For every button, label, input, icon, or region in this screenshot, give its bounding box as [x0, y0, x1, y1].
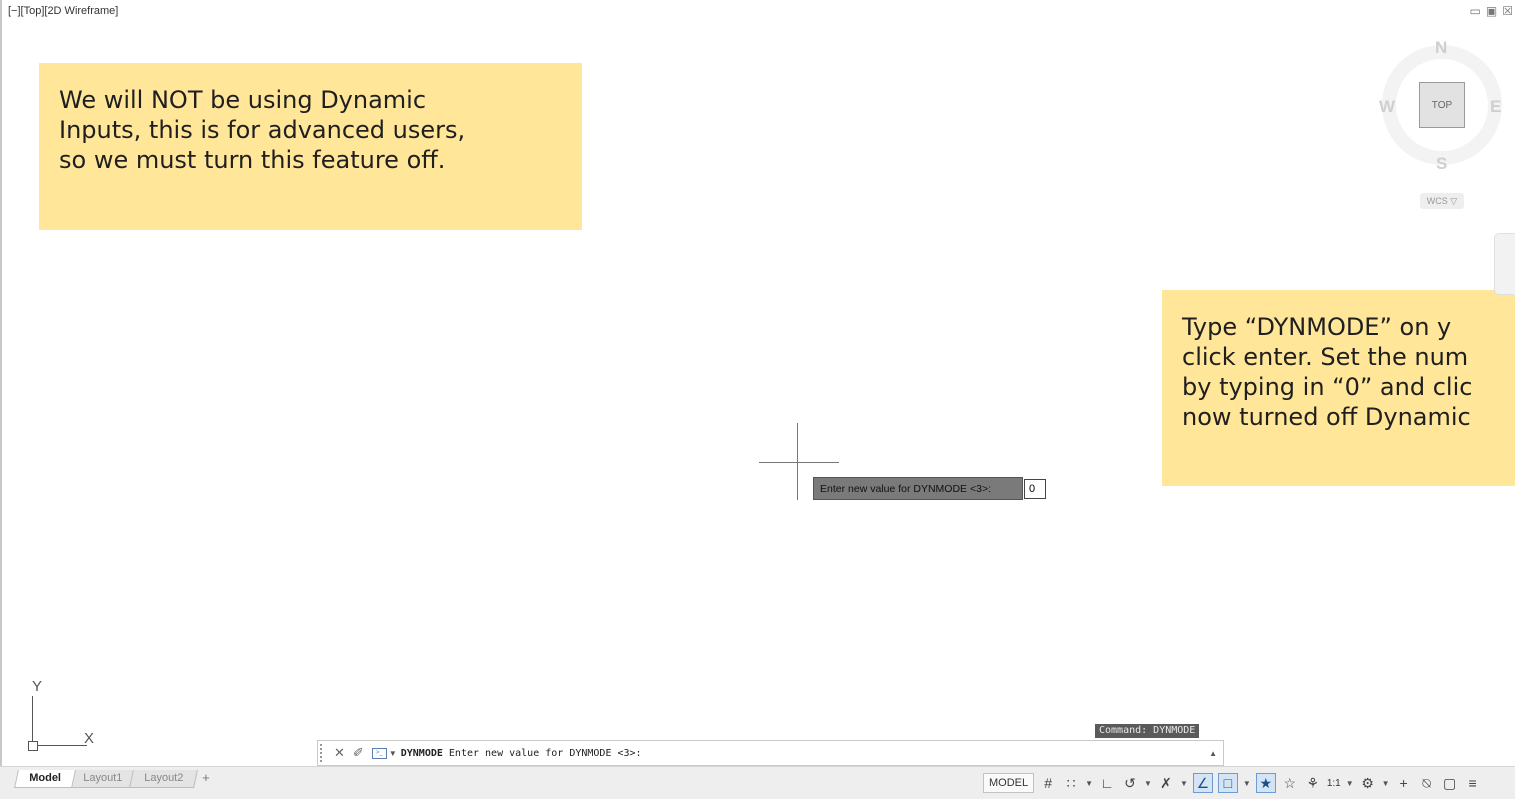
command-prompt: Enter new value for DYNMODE <3>:: [442, 747, 642, 759]
annotation-monitor-icon[interactable]: +: [1395, 774, 1413, 792]
crosshair-horizontal: [759, 462, 839, 463]
wcs-menu[interactable]: WCS ▽: [1420, 193, 1464, 209]
viewport-controls: ▭ ▣ ☒: [1470, 4, 1513, 18]
tab-label: Layout2: [144, 772, 184, 784]
note-line: now turned off Dynamic: [1182, 403, 1471, 431]
compass-east[interactable]: E: [1490, 97, 1501, 117]
tab-label: Layout1: [82, 772, 123, 784]
command-history: Command: DYNMODE: [1095, 724, 1200, 738]
note-line: by typing in “0” and clic: [1182, 373, 1473, 401]
navigation-bar[interactable]: [1494, 233, 1515, 295]
recent-commands-icon[interactable]: >_: [371, 747, 387, 759]
viewport-label[interactable]: [−][Top][2D Wireframe]: [8, 5, 118, 17]
instruction-note-dynamic-input: We will NOT be using Dynamic Inputs, thi…: [39, 63, 582, 230]
compass-south[interactable]: S: [1436, 154, 1447, 174]
ucs-origin: [28, 741, 38, 751]
tab-model[interactable]: Model: [14, 770, 76, 788]
viewcube[interactable]: N W E S TOP WCS ▽: [1372, 30, 1515, 220]
minimize-viewport-icon[interactable]: ▭: [1470, 4, 1481, 18]
annotation-scale-value[interactable]: 1:1: [1327, 778, 1341, 789]
customize-menu-icon[interactable]: ≡: [1464, 774, 1482, 792]
tab-layout1[interactable]: Layout1: [67, 770, 137, 788]
compass-north[interactable]: N: [1435, 38, 1447, 58]
chevron-down-icon[interactable]: ▼: [1144, 779, 1152, 788]
ucs-x-label: X: [84, 730, 95, 747]
note-line: click enter. Set the num: [1182, 343, 1469, 371]
chevron-down-icon[interactable]: ▼: [389, 749, 397, 758]
note-line: We will NOT be using Dynamic: [59, 86, 427, 114]
note-line: Type “DYNMODE” on y: [1182, 313, 1452, 341]
note-line: so we must turn this feature off.: [59, 146, 446, 174]
units-icon[interactable]: ⍉: [1418, 774, 1436, 792]
viewcube-top-face[interactable]: TOP: [1419, 82, 1465, 128]
chevron-down-icon[interactable]: ▼: [1382, 779, 1390, 788]
add-layout-icon[interactable]: +: [202, 770, 210, 785]
ucs-icon: Y X: [22, 678, 112, 753]
dynamic-input-field[interactable]: [1024, 479, 1046, 499]
object-snap-icon[interactable]: □: [1217, 773, 1238, 793]
model-space-button[interactable]: MODEL: [983, 773, 1035, 793]
close-icon[interactable]: ✕: [334, 745, 345, 761]
command-line-grip[interactable]: [320, 744, 326, 762]
workspace-gear-icon[interactable]: ⚙: [1359, 774, 1377, 792]
customize-wrench-icon[interactable]: ✐: [353, 745, 364, 761]
grid-icon[interactable]: #: [1039, 774, 1057, 792]
snap-icon[interactable]: ∷: [1062, 774, 1080, 792]
compass-west[interactable]: W: [1379, 97, 1395, 117]
status-bar: Model Layout1 Layout2 + MODEL # ∷ ▼ ∟ ↺ …: [0, 766, 1515, 799]
crosshair-vertical: [797, 423, 798, 500]
close-viewport-icon[interactable]: ☒: [1502, 4, 1513, 18]
tab-label: Model: [29, 772, 61, 784]
ucs-y-axis: [32, 696, 33, 746]
layout-tabs: Model Layout1 Layout2 +: [14, 770, 210, 788]
drawing-canvas[interactable]: [−][Top][2D Wireframe] ▭ ▣ ☒ We will NOT…: [0, 0, 1515, 766]
restore-viewport-icon[interactable]: ▣: [1486, 4, 1497, 18]
ucs-x-axis: [32, 745, 87, 746]
tab-layout2[interactable]: Layout2: [129, 770, 199, 788]
auto-scale-icon[interactable]: ☆: [1281, 774, 1299, 792]
object-snap-tracking-icon[interactable]: ∠: [1192, 773, 1213, 793]
annotation-visibility-icon[interactable]: ★: [1255, 773, 1276, 793]
note-line: Inputs, this is for advanced users,: [59, 116, 466, 144]
polar-tracking-icon[interactable]: ↺: [1121, 774, 1139, 792]
ortho-icon[interactable]: ∟: [1098, 774, 1116, 792]
dynamic-input-prompt: Enter new value for DYNMODE <3>:: [813, 477, 1023, 500]
command-line[interactable]: ✕ ✐ >_ ▼ DYNMODE Enter new value for DYN…: [317, 740, 1224, 766]
ucs-y-label: Y: [32, 678, 43, 695]
scroll-up-icon[interactable]: ▲: [1209, 749, 1217, 758]
chevron-down-icon[interactable]: ▼: [1180, 779, 1188, 788]
status-toggles: MODEL # ∷ ▼ ∟ ↺ ▼ ✗ ▼ ∠ □ ▼ ★ ☆ ⚘ 1:1 ▼ …: [983, 770, 1482, 796]
chevron-down-icon[interactable]: ▼: [1085, 779, 1093, 788]
fullscreen-icon[interactable]: ▢: [1441, 774, 1459, 792]
command-line-text[interactable]: DYNMODE Enter new value for DYNMODE <3>:: [401, 748, 642, 759]
instruction-note-dynmode: Type “DYNMODE” on y click enter. Set the…: [1162, 290, 1515, 486]
annotation-scale-icon[interactable]: ⚘: [1304, 774, 1322, 792]
isodraft-icon[interactable]: ✗: [1157, 774, 1175, 792]
chevron-down-icon[interactable]: ▼: [1346, 779, 1354, 788]
command-name: DYNMODE: [400, 747, 443, 759]
chevron-down-icon[interactable]: ▼: [1243, 779, 1251, 788]
